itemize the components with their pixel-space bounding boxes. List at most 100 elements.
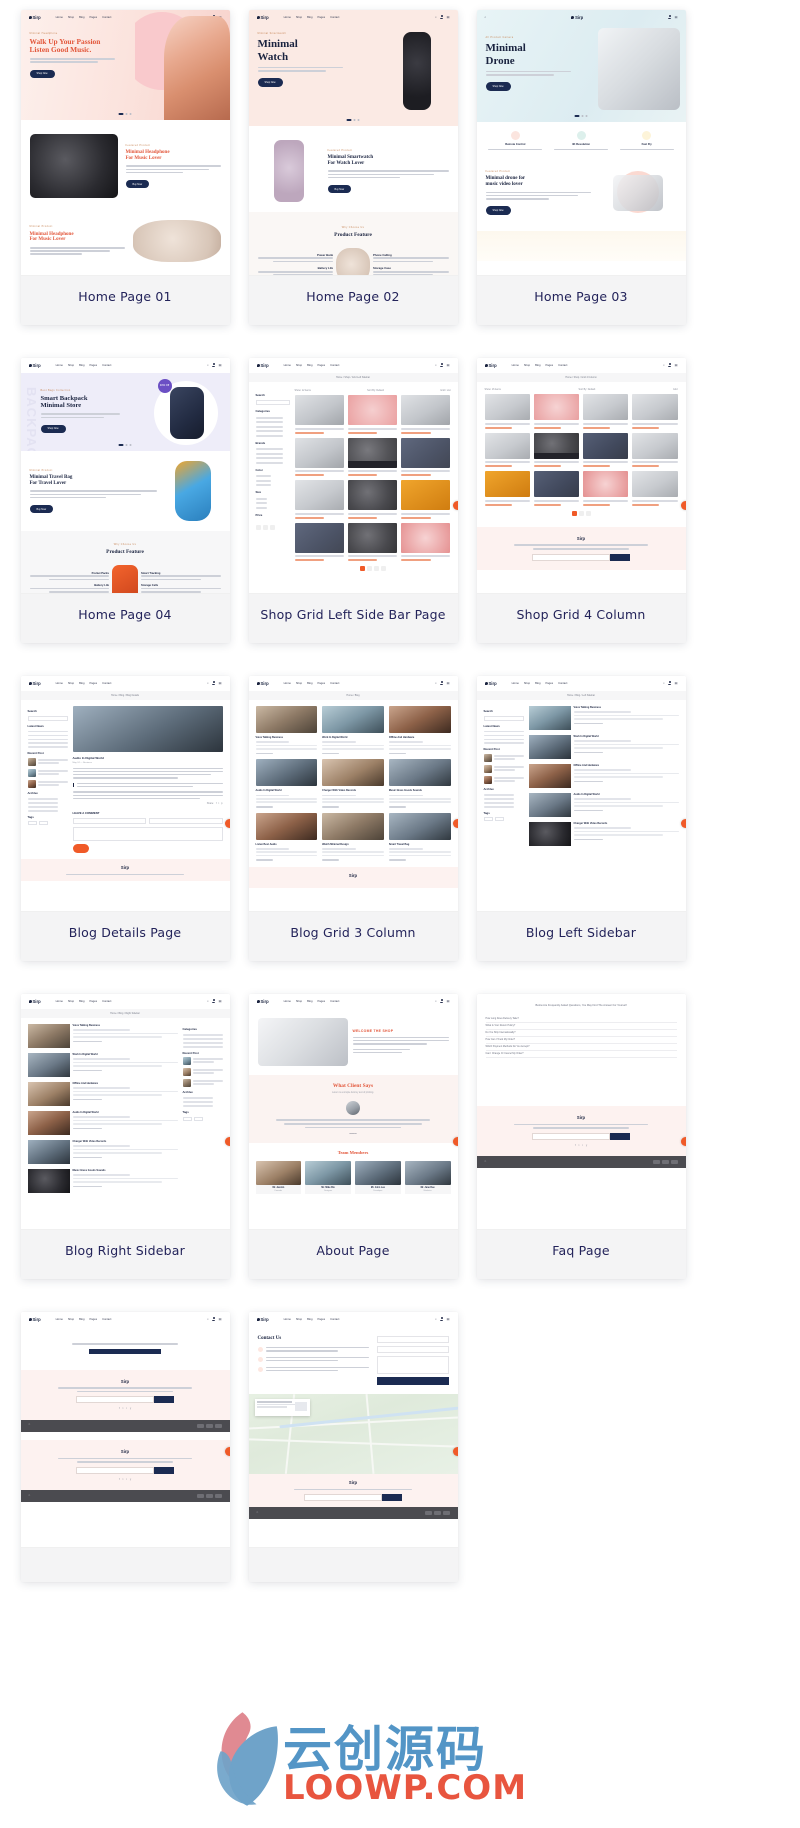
nav-icons[interactable]: ⌕ ▤ (207, 999, 222, 1004)
newsletter-form[interactable] (255, 1494, 452, 1502)
pagination[interactable] (295, 561, 451, 576)
product-card[interactable] (294, 480, 344, 519)
toolbar-sort[interactable]: Sort By: Default (367, 389, 384, 392)
twitter-icon[interactable]: t (218, 802, 219, 805)
hero-slider-dots[interactable] (118, 113, 132, 115)
search-icon[interactable]: ⌕ (207, 1317, 209, 1321)
blog-post-card[interactable]: Charger With Video Records (322, 759, 384, 808)
brand-logo[interactable]: Sirp (484, 681, 497, 687)
newsletter-form[interactable] (486, 553, 677, 561)
site-nav[interactable]: Sirp Home Shop Blog Pages Contact ⌕ ▤ (476, 358, 686, 373)
cart-icon[interactable]: ▤ (675, 15, 678, 19)
blog-list-item[interactable]: Offline And Hardware (528, 764, 679, 788)
team-member[interactable]: Mr. Jane Dee Marketer (404, 1160, 451, 1195)
brand-logo[interactable]: Sirp (28, 1317, 41, 1323)
facebook-icon[interactable]: f (216, 802, 217, 805)
nav-icons[interactable]: ▤ (668, 15, 678, 20)
footer-logo[interactable]: Sirp (27, 865, 224, 871)
demo-card-blog-left-sidebar[interactable]: Sirp Home Shop Blog Pages Contact ⌕ ▤ Home / … (476, 676, 686, 961)
nav-icons[interactable]: ⌕ ▤ (207, 363, 222, 368)
brand-logo[interactable]: Sirp (28, 999, 41, 1005)
nav-menu[interactable]: Home Shop Blog Pages Contact (512, 364, 568, 368)
footer-logo[interactable]: Sirp (255, 1480, 452, 1486)
newsletter-input[interactable] (304, 1494, 382, 1502)
message-input[interactable] (376, 1356, 449, 1374)
nav-item-contact[interactable]: Contact (330, 364, 339, 368)
brand-logo[interactable]: Sirp (28, 363, 41, 369)
account-icon[interactable] (440, 363, 444, 368)
nav-icons[interactable]: ⌕ ▤ (435, 363, 450, 368)
nav-item-shop[interactable]: Shop (296, 16, 302, 20)
account-icon[interactable] (212, 681, 216, 686)
hero-cta-button[interactable]: Shop Now (40, 424, 66, 434)
blog-list-item[interactable]: Charger With Video Records (27, 1140, 178, 1164)
cart-icon[interactable]: ▤ (219, 1317, 222, 1321)
footer-logo[interactable]: Sirp (486, 536, 677, 542)
newsletter-submit[interactable] (610, 1132, 630, 1140)
blog-list-item[interactable]: Charger With Video Records (528, 822, 679, 846)
search-icon[interactable]: ⌕ (663, 363, 665, 367)
pagination[interactable] (485, 506, 678, 521)
nav-menu[interactable]: Home Shop Blog Pages Contact (56, 682, 112, 686)
toolbar-show[interactable]: Show: 12 items (295, 389, 311, 392)
cart-icon[interactable]: ▤ (447, 15, 450, 19)
site-nav[interactable]: ⌕ Sirp ▤ (477, 10, 686, 25)
demo-card-contact[interactable]: Sirp Home Shop Blog Pages Contact ⌕ ▤ Contact… (248, 1312, 458, 1582)
search-icon[interactable]: ⌕ (207, 363, 209, 367)
cart-icon[interactable]: ▤ (219, 999, 222, 1003)
site-nav[interactable]: Sirp Home Shop Blog Pages Contact ⌕ (249, 10, 458, 25)
nav-item-shop[interactable]: Shop (296, 364, 302, 368)
search-icon[interactable]: ⌕ (663, 681, 665, 685)
demo-card-home-04[interactable]: Sirp Home Shop Blog Pages Contact ⌕ ▤ BA… (20, 358, 230, 643)
twitter-icon[interactable]: t (579, 1144, 580, 1148)
page-2[interactable] (366, 566, 372, 572)
nav-menu[interactable]: Home Shop Blog Pages Contact (284, 1318, 340, 1322)
recent-post-item[interactable] (483, 765, 524, 774)
cart-icon[interactable]: ▤ (447, 1317, 450, 1321)
toolbar-show[interactable]: Show: 16 items (485, 388, 501, 391)
hero-cta-button[interactable]: Shop Now (29, 69, 55, 78)
search-input[interactable] (255, 400, 290, 406)
product-card[interactable] (347, 437, 398, 477)
footer-logo[interactable]: Sirp (486, 1115, 677, 1121)
recent-post-item[interactable] (182, 1079, 223, 1088)
nav-menu[interactable]: Home Shop Blog Pages Contact (56, 16, 112, 20)
recent-post-item[interactable] (182, 1057, 223, 1066)
shop-sidebar[interactable]: Search Categories Brands Color Size Pric… (255, 389, 290, 576)
cart-icon[interactable]: ▤ (675, 681, 678, 685)
site-nav[interactable]: Sirp Home Shop Blog Pages Contact ⌕ ▤ (476, 676, 686, 691)
page-3[interactable] (373, 566, 379, 572)
comment-email-input[interactable] (149, 818, 223, 825)
nav-icons[interactable]: ⌕ ▤ (207, 681, 222, 686)
brand-logo[interactable]: Sirp (256, 15, 269, 21)
newsletter-input[interactable] (76, 1466, 154, 1474)
blog-list-item[interactable]: Audio In Digital World (27, 1111, 178, 1135)
nav-icons[interactable]: ⌕ ▤ (435, 999, 450, 1004)
nav-menu[interactable]: Home Shop Blog Pages Contact (512, 682, 568, 686)
nav-item-blog[interactable]: Blog (535, 364, 540, 368)
instagram-icon[interactable]: i (582, 1144, 583, 1148)
demo-card-shop-grid-4-column[interactable]: Sirp Home Shop Blog Pages Contact ⌕ ▤ Ho… (476, 358, 686, 643)
contact-form[interactable] (376, 1336, 449, 1385)
toolbar-view[interactable]: Grid / List (440, 389, 450, 392)
demo-card-blog-details[interactable]: Sirp Home Shop Blog Pages Contact ⌕ ▤ Home / … (20, 676, 230, 961)
nav-item-contact[interactable]: Contact (558, 364, 567, 368)
brand-logo[interactable]: Sirp (28, 15, 41, 21)
faq-item[interactable]: Can I Change Or Cancel My Order? (485, 1051, 677, 1058)
page-3[interactable] (585, 510, 591, 516)
site-nav[interactable]: Sirp Home Shop Blog Pages Contact ⌕ ▤ (20, 994, 230, 1009)
team-member[interactable]: Mr. John Lee Developer (355, 1160, 401, 1195)
account-icon[interactable] (668, 15, 672, 20)
nav-item-blog[interactable]: Blog (79, 364, 84, 368)
youtube-icon[interactable]: y (130, 1407, 131, 1411)
account-icon[interactable] (668, 363, 672, 368)
shop-toolbar[interactable]: Show: 16 items Sort By: Default Grid (485, 388, 678, 391)
product-card[interactable] (347, 522, 398, 562)
section1-cta-button[interactable]: Buy Now (327, 184, 352, 194)
recent-post-item[interactable] (182, 1068, 223, 1077)
nav-item-shop[interactable]: Shop (68, 364, 74, 368)
hero-cta-button[interactable]: Shop Now (485, 82, 511, 91)
page-1[interactable] (571, 510, 577, 516)
nav-item-home[interactable]: Home (56, 364, 63, 368)
account-icon[interactable] (440, 999, 444, 1004)
